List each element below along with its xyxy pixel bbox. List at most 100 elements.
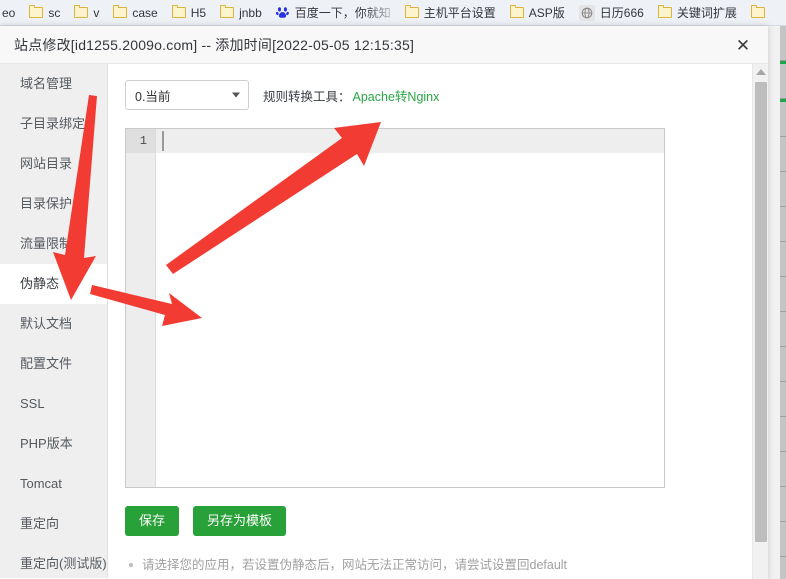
sidebar-item-label: 子目录绑定 (20, 116, 86, 131)
editor-code-area[interactable] (156, 129, 664, 487)
hint-text: 请选择您的应用，若设置伪静态后，网站无法正常访问，请尝试设置回default (142, 558, 568, 572)
background-strip-row (780, 207, 786, 242)
globe-icon (578, 4, 595, 21)
bookmark-label: v (93, 5, 100, 20)
sidebar-item-label: 配置文件 (20, 356, 73, 371)
chevron-down-icon (232, 92, 240, 98)
background-page-content-strip (780, 26, 786, 579)
folder-icon (29, 5, 44, 18)
browser-bookmarks-bar[interactable]: eo sc v case H5 jnbb 百度一下，你就知 主机平台设置 ASP版 日历666 关键… (0, 0, 786, 26)
folder-icon (509, 5, 524, 18)
sidebar-item[interactable]: PHP版本 (0, 424, 107, 464)
sidebar-item-label: 网站目录 (20, 156, 73, 171)
bookmark-label: ASP版 (528, 5, 565, 20)
sidebar-item-label: 重定向(测试版) (20, 556, 107, 571)
folder-icon (74, 5, 89, 18)
bookmark-label: H5 (190, 5, 207, 20)
folder-icon (171, 5, 186, 18)
hint-message: 请选择您的应用，若设置伪静态后，网站无法正常访问，请尝试设置回default (125, 556, 768, 574)
bullet-icon (129, 563, 133, 567)
sidebar-item[interactable]: 流量限制 (0, 224, 107, 264)
background-strip-row (780, 452, 786, 487)
scrollbar-thumb[interactable] (755, 82, 767, 542)
bookmark-label: sc (48, 5, 61, 20)
editor-line-number-gutter: 1 (126, 129, 156, 487)
dialog-scrollbar[interactable] (752, 64, 768, 579)
sidebar-item[interactable]: Tomcat (0, 464, 107, 504)
background-strip-row (780, 522, 786, 557)
bookmark-item[interactable]: 日历666 (572, 1, 651, 25)
background-strip-row (780, 417, 786, 452)
folder-icon (404, 5, 419, 18)
bookmark-label: case (132, 5, 158, 20)
sidebar-item-label: 伪静态 (20, 276, 60, 291)
sidebar-item[interactable]: 默认文档 (0, 304, 107, 344)
sidebar-item-label: 流量限制 (20, 236, 73, 251)
background-strip-row (780, 242, 786, 277)
background-strip-row (780, 26, 786, 61)
code-editor[interactable]: 1 (125, 128, 665, 488)
sidebar-item[interactable]: 重定向 (0, 504, 107, 544)
background-strip-row (780, 102, 786, 137)
sidebar-item-label: 重定向 (20, 516, 60, 531)
site-modify-dialog: 站点修改[id1255.2009o.com] -- 添加时间[2022-05-0… (0, 26, 768, 579)
sidebar-item[interactable]: 子目录绑定 (0, 104, 107, 144)
bookmark-item[interactable]: 关键词扩展 (651, 1, 744, 25)
bookmark-item[interactable]: H5 (165, 1, 213, 25)
background-strip-row (780, 64, 786, 99)
folder-icon (220, 5, 235, 18)
sidebar-item[interactable]: 网站目录 (0, 144, 107, 184)
bookmark-item[interactable]: jnbb (213, 1, 269, 25)
action-buttons: 保存 另存为模板 (125, 506, 768, 536)
dialog-title: 站点修改[id1255.2009o.com] -- 添加时间[2022-05-0… (14, 36, 415, 53)
bookmark-item[interactable]: 主机平台设置 (398, 1, 503, 25)
apache-to-nginx-link[interactable]: Apache转Nginx (353, 86, 440, 105)
background-strip-row (780, 277, 786, 312)
folder-icon (113, 5, 128, 18)
folder-icon (657, 5, 672, 18)
bookmark-item[interactable]: ASP版 (503, 1, 572, 25)
bookmark-label: jnbb (239, 5, 262, 20)
settings-sidebar[interactable]: 域名管理子目录绑定网站目录目录保护流量限制伪静态默认文档配置文件 SSL PHP版本… (0, 64, 108, 578)
sidebar-item-label: 默认文档 (20, 316, 73, 331)
sidebar-item[interactable]: 重定向(测试版) (0, 544, 107, 578)
background-strip-row (780, 347, 786, 382)
close-icon[interactable]: ✕ (732, 35, 754, 57)
sidebar-item[interactable]: 目录保护 (0, 184, 107, 224)
bookmark-item[interactable]: v (67, 1, 106, 25)
save-button[interactable]: 保存 (125, 506, 180, 536)
bookmark-label: 关键词扩展 (676, 5, 737, 20)
rules-toolbar: 0.当前 规则转换工具： Apache转Nginx (125, 80, 768, 110)
save-as-template-button[interactable]: 另存为模板 (193, 506, 287, 536)
folder-icon (750, 5, 765, 18)
editor-line-number: 1 (126, 129, 155, 153)
sidebar-item[interactable]: SSL (0, 384, 107, 424)
sidebar-item-label: PHP版本 (20, 436, 73, 451)
app-preset-select-value: 0.当前 (135, 89, 171, 104)
sidebar-item[interactable]: 域名管理 (0, 64, 107, 104)
sidebar-item-label: SSL (20, 396, 45, 411)
bookmark-item[interactable] (744, 1, 772, 25)
baidu-paw-icon (276, 6, 290, 20)
bookmark-label: 百度一下，你就知 (294, 5, 391, 20)
editor-text-caret (162, 131, 164, 151)
bookmark-item[interactable]: case (106, 1, 164, 25)
sidebar-item-label: Tomcat (20, 476, 62, 491)
bookmark-item[interactable]: sc (22, 1, 67, 25)
scroll-up-arrow-icon[interactable] (753, 66, 768, 78)
bookmark-label: 主机平台设置 (423, 5, 496, 20)
dialog-body: 域名管理子目录绑定网站目录目录保护流量限制伪静态默认文档配置文件 SSL PHP版本… (0, 64, 768, 578)
background-strip-row (780, 312, 786, 347)
main-content: 0.当前 规则转换工具： Apache转Nginx 1 保存 另存为模板 请选择… (109, 64, 768, 578)
bookmark-label: 日历666 (599, 5, 644, 20)
background-strip-row (780, 487, 786, 522)
editor-active-line-highlight (156, 129, 664, 153)
background-strip-row (780, 172, 786, 207)
sidebar-item-label: 目录保护 (20, 196, 73, 211)
sidebar-item[interactable]: 伪静态 (0, 264, 107, 304)
sidebar-item[interactable]: 配置文件 (0, 344, 107, 384)
app-preset-select[interactable]: 0.当前 (125, 80, 249, 110)
bookmark-item[interactable]: 百度一下，你就知 (269, 1, 398, 25)
sidebar-item-label: 域名管理 (20, 76, 73, 91)
bookmark-item[interactable]: eo (0, 1, 22, 25)
